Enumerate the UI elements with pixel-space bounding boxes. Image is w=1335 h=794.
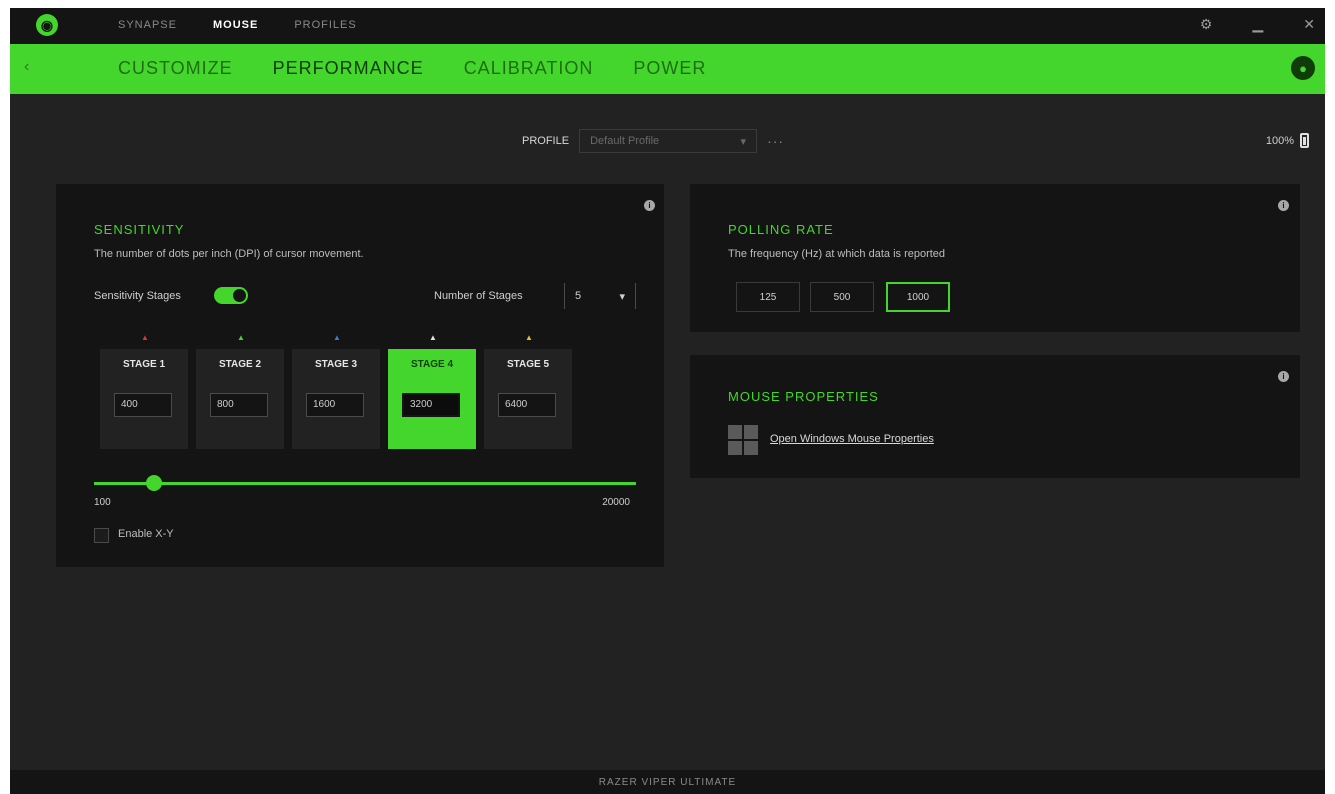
more-options-button[interactable]: ··· [767, 133, 784, 149]
polling-option-125[interactable]: 125 [736, 282, 800, 312]
window-controls: ⚙ ▁ ✕ [1200, 16, 1315, 33]
stages-toggle-label: Sensitivity Stages [94, 290, 181, 302]
stages-toggle[interactable] [214, 287, 248, 304]
polling-option-500[interactable]: 500 [810, 282, 874, 312]
stage-label: STAGE 1 [122, 359, 166, 370]
polling-title: POLLING RATE [728, 222, 834, 237]
tab-bar: ‹ CUSTOMIZE PERFORMANCE CALIBRATION POWE… [10, 44, 1325, 94]
gear-icon[interactable]: ⚙ [1200, 16, 1213, 33]
app-window: ◉ SYNAPSE MOUSE PROFILES ⚙ ▁ ✕ ‹ CUSTOMI… [10, 8, 1325, 794]
top-navigation: SYNAPSE MOUSE PROFILES [118, 19, 357, 31]
windows-mouse-properties-link[interactable]: Open Windows Mouse Properties [770, 433, 934, 445]
stage-card[interactable]: ▲ STAGE 2 800 [196, 333, 284, 449]
slider-max-label: 20000 [602, 497, 630, 508]
stage-dpi-input[interactable]: 6400 [498, 393, 556, 417]
tabs: CUSTOMIZE PERFORMANCE CALIBRATION POWER [118, 58, 746, 79]
battery-status: 100% [1266, 133, 1309, 148]
polling-description: The frequency (Hz) at which data is repo… [728, 248, 946, 260]
polling-option-1000[interactable]: 1000 [886, 282, 950, 312]
sensitivity-description: The number of dots per inch (DPI) of cur… [94, 248, 364, 260]
dpi-slider-thumb[interactable] [145, 475, 162, 491]
info-icon[interactable]: i [644, 200, 655, 211]
polling-panel: i POLLING RATE The frequency (Hz) at whi… [690, 184, 1300, 332]
nav-synapse[interactable]: SYNAPSE [118, 19, 177, 31]
sensitivity-title: SENSITIVITY [94, 222, 185, 237]
stage-card[interactable]: ▲ STAGE 4 3200 [388, 333, 476, 449]
nav-profiles[interactable]: PROFILES [294, 19, 356, 31]
profile-label: PROFILE [522, 135, 570, 147]
stage-color-marker: ▲ [429, 333, 437, 342]
dpi-slider-track[interactable] [94, 482, 636, 485]
stage-label: STAGE 4 [410, 359, 454, 370]
stages-count-label: Number of Stages [434, 290, 523, 302]
tab-customize[interactable]: CUSTOMIZE [118, 58, 233, 79]
battery-icon [1300, 133, 1309, 148]
stage-color-marker: ▲ [237, 333, 245, 342]
stage-dpi-input[interactable]: 800 [210, 393, 268, 417]
mouse-properties-title: MOUSE PROPERTIES [728, 389, 879, 404]
profile-dropdown[interactable]: Default Profile ▾ [579, 129, 758, 153]
footer-device-name: RAZER VIPER ULTIMATE [10, 770, 1325, 794]
sensitivity-panel: i SENSITIVITY The number of dots per inc… [56, 184, 664, 567]
user-avatar-icon[interactable]: ● [1291, 56, 1315, 80]
stage-label: STAGE 2 [218, 359, 262, 370]
slider-min-label: 100 [94, 497, 111, 508]
mouse-properties-panel: i MOUSE PROPERTIES Open Windows Mouse Pr… [690, 355, 1300, 478]
stage-color-marker: ▲ [525, 333, 533, 342]
stages-count-dropdown[interactable]: 5 ▾ [564, 283, 636, 309]
profile-selected: Default Profile [590, 135, 660, 147]
nav-mouse[interactable]: MOUSE [213, 19, 258, 31]
chevron-down-icon: ▾ [740, 135, 747, 148]
info-icon[interactable]: i [1278, 371, 1289, 382]
stage-dpi-input[interactable]: 3200 [402, 393, 460, 417]
stage-dpi-input[interactable]: 400 [114, 393, 172, 417]
title-bar: ◉ SYNAPSE MOUSE PROFILES ⚙ ▁ ✕ [10, 8, 1325, 44]
enable-xy-checkbox[interactable] [94, 528, 109, 543]
close-icon[interactable]: ✕ [1303, 16, 1315, 33]
tab-calibration[interactable]: CALIBRATION [464, 58, 594, 79]
stages-count-value: 5 [575, 290, 582, 302]
stage-card[interactable]: ▲ STAGE 3 1600 [292, 333, 380, 449]
chevron-down-icon: ▾ [619, 290, 625, 303]
back-arrow-icon[interactable]: ‹ [24, 58, 29, 76]
stage-dpi-input[interactable]: 1600 [306, 393, 364, 417]
stage-color-marker: ▲ [333, 333, 341, 342]
stage-card[interactable]: ▲ STAGE 1 400 [100, 333, 188, 449]
razer-logo-icon: ◉ [36, 14, 58, 36]
windows-logo-icon [728, 425, 758, 455]
info-icon[interactable]: i [1278, 200, 1289, 211]
tab-power[interactable]: POWER [633, 58, 706, 79]
tab-performance[interactable]: PERFORMANCE [273, 58, 424, 79]
profile-row: PROFILE Default Profile ▾ ··· [522, 129, 784, 153]
enable-xy-label: Enable X-Y [118, 528, 174, 540]
stage-label: STAGE 3 [314, 359, 358, 370]
battery-label: 100% [1265, 134, 1294, 147]
minimize-icon[interactable]: ▁ [1252, 16, 1263, 33]
stage-label: STAGE 5 [506, 359, 550, 370]
stage-color-marker: ▲ [141, 333, 149, 342]
stage-card[interactable]: ▲ STAGE 5 6400 [484, 333, 572, 449]
